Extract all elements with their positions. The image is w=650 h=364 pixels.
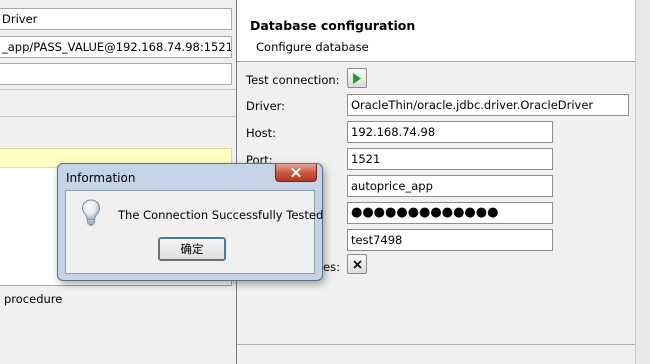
page-title: Database configuration: [250, 18, 416, 33]
divider: [237, 344, 635, 345]
dialog-body: The Connection Successfully Tested 确定: [65, 190, 323, 274]
scrollbar[interactable]: [635, 0, 650, 364]
dialog-close-button[interactable]: [275, 164, 317, 182]
host-input[interactable]: 192.168.74.98: [347, 121, 553, 143]
page-subtitle: Configure database: [256, 40, 369, 54]
play-icon: [353, 72, 361, 84]
properties-label: es:: [323, 260, 340, 274]
driver-select[interactable]: OracleThin/oracle.jdbc.driver.OracleDriv…: [347, 94, 629, 116]
host-label: Host:: [246, 126, 277, 140]
close-icon: [291, 168, 301, 177]
wizard-header: Database configuration Configure databas…: [237, 0, 635, 62]
lightbulb-icon: [81, 199, 101, 226]
password-input[interactable]: ●●●●●●●●●●●●●: [347, 202, 553, 224]
information-dialog: Information The Connection Successfully …: [57, 163, 323, 281]
test-connection-label: Test connection:: [246, 73, 340, 87]
driver-field[interactable]: Driver: [0, 8, 232, 30]
dialog-title: Information: [66, 171, 136, 185]
port-input[interactable]: 1521: [347, 148, 553, 170]
test-connection-button[interactable]: [347, 68, 367, 88]
divider: [0, 89, 236, 90]
driver-label: Driver:: [246, 99, 286, 113]
procedure-label: procedure: [4, 292, 63, 306]
ok-button[interactable]: 确定: [158, 237, 226, 261]
dialog-message: The Connection Successfully Tested: [118, 208, 324, 222]
x-icon: [352, 259, 362, 269]
username-input[interactable]: autoprice_app: [347, 175, 553, 197]
connection-url-field[interactable]: _app/PASS_VALUE@192.168.74.98:1521:test7: [0, 36, 232, 58]
properties-clear-button[interactable]: [347, 254, 367, 274]
sid-input[interactable]: test7498: [347, 229, 553, 251]
divider: [0, 116, 236, 117]
empty-field[interactable]: [0, 63, 232, 85]
